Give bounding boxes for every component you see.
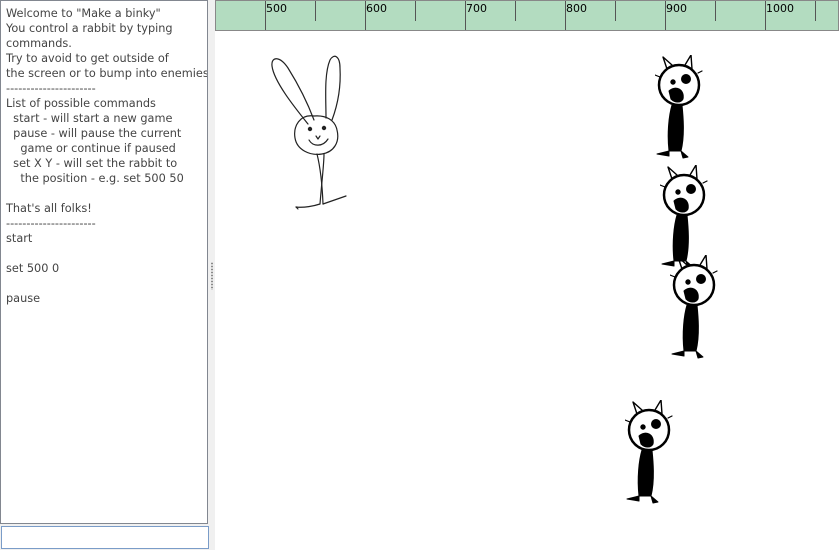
devil-cat-icon [669,254,718,359]
splitter-grip-icon[interactable] [211,262,213,290]
enemy-cat [669,254,718,365]
console-log-box[interactable]: Welcome to "Make a binky" You control a … [0,0,208,524]
devil-cat-icon [654,54,703,159]
devil-cat-icon [624,399,673,504]
enemy-cat [654,54,703,165]
ruler-label: 800 [566,2,587,15]
ruler-label: 500 [266,2,287,15]
ruler-tick-minor [815,1,816,21]
console-panel: Welcome to "Make a binky" You control a … [0,0,211,550]
console-log: Welcome to "Make a binky" You control a … [6,7,208,305]
ruler-label: 900 [666,2,687,15]
ruler-label: 600 [366,2,387,15]
command-input[interactable] [1,526,209,549]
ruler-tick-minor [515,1,516,21]
game-canvas: 500 600 700 800 900 1000 [215,0,839,550]
ruler-label: 700 [466,2,487,15]
rabbit-player [271,55,347,210]
ruler-tick-minor [415,1,416,21]
x-ruler: 500 600 700 800 900 1000 [215,0,839,31]
ruler-tick-minor [615,1,616,21]
ruler-tick-minor [315,1,316,21]
enemy-cat [624,399,673,510]
ruler-label: 1000 [766,2,794,15]
ruler-tick-minor [715,1,716,21]
